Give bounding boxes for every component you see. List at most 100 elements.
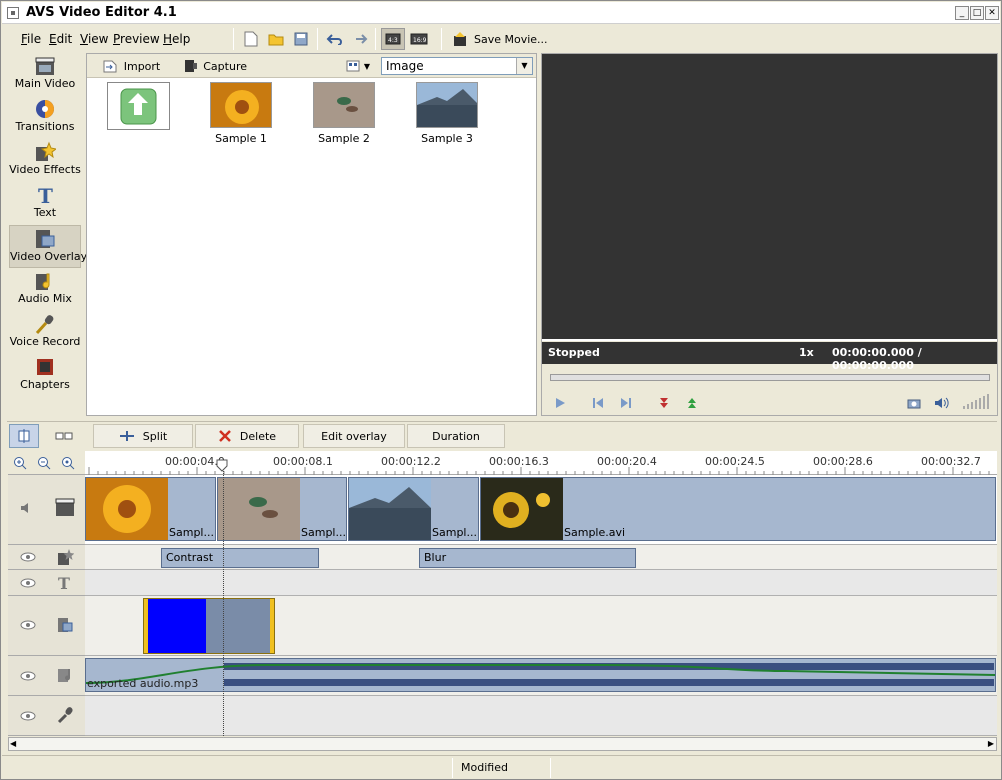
menu-view[interactable]: View [80, 32, 108, 46]
nav-video-overlay[interactable]: Video Overlay [9, 225, 87, 268]
timeline-scrollbar[interactable]: ◀ ▶ [8, 737, 997, 751]
overlay-clip[interactable] [143, 598, 275, 654]
scroll-right-icon[interactable]: ▶ [988, 739, 994, 748]
redo-icon[interactable] [349, 28, 371, 50]
timeline-view-icon[interactable] [49, 424, 79, 448]
playback-time: 00:00:00.000 / 00:00:00.000 [832, 346, 922, 372]
window-title: AVS Video Editor 4.1 [26, 5, 177, 20]
new-project-icon[interactable] [241, 28, 261, 50]
eye-icon[interactable] [20, 620, 36, 630]
play-icon[interactable] [550, 392, 570, 414]
speaker-icon[interactable] [20, 501, 36, 515]
seek-bar[interactable] [550, 374, 990, 381]
tick-label: 00:00:16.3 [489, 455, 549, 468]
previous-frame-icon[interactable] [588, 392, 608, 414]
go-up-folder-button[interactable] [107, 82, 170, 130]
capture-button[interactable]: Capture [183, 55, 247, 77]
storyboard-view-icon[interactable] [9, 424, 39, 448]
nav-audio-mix[interactable]: Audio Mix [9, 268, 81, 311]
media-filter-select[interactable]: Image ▼ [381, 57, 533, 75]
clapper-icon [55, 498, 75, 516]
aspect-4-3-icon[interactable]: 4:3 [381, 28, 405, 50]
svg-text:4:3: 4:3 [388, 37, 398, 44]
nav-main-video[interactable]: Main Video [9, 53, 81, 96]
menu-file[interactable]: File [21, 32, 41, 46]
save-movie-button[interactable]: Save Movie... [451, 28, 551, 50]
snapshot-camera-icon[interactable] [904, 392, 924, 414]
svg-text:16:9: 16:9 [413, 37, 427, 44]
next-frame-icon[interactable] [616, 392, 636, 414]
mark-in-icon[interactable] [654, 392, 674, 414]
volume-level-bars[interactable] [960, 390, 994, 412]
video-track-header [8, 475, 85, 545]
eye-icon[interactable] [20, 578, 36, 588]
media-thumb-sample-2[interactable] [313, 82, 375, 128]
zoom-fit-icon[interactable] [58, 452, 78, 474]
timeline-ruler[interactable]: 00:00:04.0 00:00:08.1 00:00:12.2 00:00:1… [85, 451, 997, 475]
delete-button[interactable]: Delete [195, 424, 299, 448]
chevron-down-icon: ▼ [363, 61, 371, 71]
svg-text:T: T [38, 184, 53, 206]
flower-thumbnail [86, 478, 168, 540]
chevron-down-icon[interactable]: ▼ [516, 58, 532, 74]
playhead-marker-icon[interactable] [215, 459, 229, 473]
status-bar: Modified [2, 755, 1001, 779]
overlay-icon [36, 230, 55, 248]
menu-preview[interactable]: Preview [113, 32, 160, 46]
mark-out-icon[interactable] [682, 392, 702, 414]
svg-text:T: T [58, 574, 70, 593]
effects-icon [58, 549, 74, 565]
nav-chapters[interactable]: Chapters [9, 354, 81, 397]
effect-clip-contrast[interactable]: Contrast [161, 548, 319, 568]
eye-icon[interactable] [20, 671, 36, 681]
import-button[interactable]: Import [101, 55, 161, 77]
media-thumb-sample-3[interactable] [416, 82, 478, 128]
nav-transitions[interactable]: Transitions [9, 96, 81, 139]
zoom-out-icon[interactable] [34, 452, 54, 474]
video-clip[interactable]: Sampl... [85, 477, 216, 541]
media-toolbar: Import Capture ▼ Image ▼ [87, 54, 536, 78]
save-icon[interactable] [291, 28, 311, 50]
effects-track-header [8, 545, 85, 570]
status-text: Modified [461, 761, 508, 774]
media-thumb-sample-1[interactable] [210, 82, 272, 128]
maximize-button[interactable]: □ [970, 6, 984, 20]
zoom-in-icon[interactable] [10, 452, 30, 474]
menu-help[interactable]: Help [163, 32, 190, 46]
video-track: Sampl... Sampl... Sampl... Sample.avi [85, 475, 997, 545]
left-navigation: Main Video Transitions Video Effects T T… [7, 53, 87, 415]
eye-icon[interactable] [20, 552, 36, 562]
sunflower-thumbnail [481, 478, 563, 540]
text-icon: T [38, 184, 53, 206]
media-library: Import Capture ▼ Image ▼ Sample 1 Sample… [86, 53, 537, 416]
eye-icon[interactable] [20, 711, 36, 721]
audio-clip[interactable]: exported audio.mp3 [85, 658, 996, 692]
up-arrow-icon [120, 88, 157, 125]
video-clip[interactable]: Sample.avi [480, 477, 996, 541]
nav-voice-record[interactable]: Voice Record [9, 311, 81, 354]
close-button[interactable]: ✕ [985, 6, 999, 20]
open-folder-icon[interactable] [265, 28, 287, 50]
edit-overlay-button[interactable]: Edit overlay [303, 424, 405, 448]
volume-icon[interactable] [932, 392, 952, 414]
timeline-toolbar: Split Delete Edit overlay Duration [7, 421, 997, 449]
save-movie-icon [454, 32, 466, 46]
menu-edit[interactable]: Edit [49, 32, 72, 46]
nav-video-effects[interactable]: Video Effects [9, 139, 81, 182]
effect-clip-blur[interactable]: Blur [419, 548, 636, 568]
audio-track: exported audio.mp3 [85, 656, 997, 696]
scroll-left-icon[interactable]: ◀ [10, 739, 16, 748]
video-clip[interactable]: Sampl... [217, 477, 347, 541]
preview-status-bar: Stopped 1x 00:00:00.000 / 00:00:00.000 [542, 342, 997, 372]
view-mode-button[interactable]: ▼ [343, 55, 373, 77]
mountain-lake-thumbnail [349, 478, 431, 540]
minimize-button[interactable]: _ [955, 6, 969, 20]
duration-button[interactable]: Duration [407, 424, 505, 448]
nav-text[interactable]: T Text [9, 182, 81, 225]
text-track-header: T [8, 570, 85, 596]
aspect-16-9-icon[interactable]: 16:9 [407, 28, 431, 50]
voice-track [85, 696, 997, 736]
split-button[interactable]: Split [93, 424, 193, 448]
video-clip[interactable]: Sampl... [348, 477, 479, 541]
undo-icon[interactable] [323, 28, 345, 50]
